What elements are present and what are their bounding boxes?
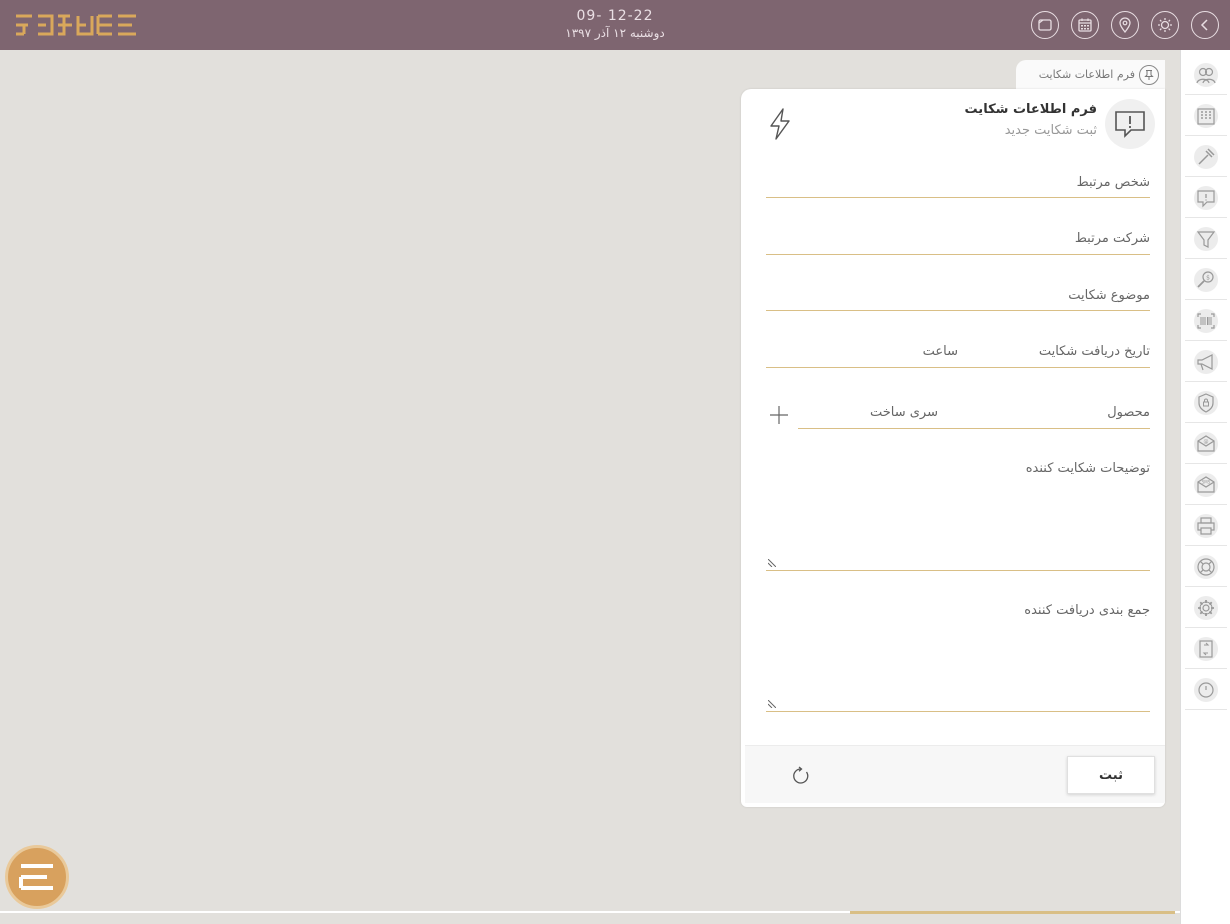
sidebar-item-settings[interactable]: [1185, 588, 1227, 628]
receiver-summary-label: جمع بندی دریافت کننده: [1024, 603, 1150, 618]
sidebar-item-email[interactable]: @: [1185, 424, 1227, 464]
users-icon: [1194, 62, 1218, 87]
message-alert-icon: [1115, 111, 1145, 138]
form-footer: ثبت: [745, 745, 1165, 803]
related-person-field[interactable]: شخص مرتبط: [766, 169, 1150, 198]
sidebar-item-financial[interactable]: $: [1185, 260, 1227, 300]
message-alert-icon: [1194, 185, 1218, 210]
complaint-subject-field[interactable]: موضوع شکایت: [766, 282, 1150, 311]
related-person-label: شخص مرتبط: [1076, 175, 1150, 190]
plus-icon[interactable]: [769, 405, 789, 425]
tab-label: فرم اطلاعات شکایت: [1038, 68, 1135, 81]
clock: 09- 12-22 دوشنبه ۱۲ آذر ۱۳۹۷: [515, 7, 715, 41]
sidebar-item-print[interactable]: [1185, 506, 1227, 546]
chevron-left-icon: [1200, 19, 1208, 31]
related-company-label: شرکت مرتبط: [1074, 231, 1150, 246]
lightning-icon[interactable]: [765, 107, 795, 141]
card-icon: [1038, 19, 1052, 31]
form-header-icon-wrap: [1105, 99, 1155, 149]
related-company-field[interactable]: شرکت مرتبط: [766, 225, 1150, 255]
svg-text:SMS: SMS: [1202, 479, 1211, 484]
product-label: محصول: [1107, 405, 1150, 420]
complaint-form-panel: فرم اطلاعات شکایت ثبت شکایت جدید شخص مرت…: [741, 89, 1165, 807]
app-logo: [16, 14, 136, 36]
receive-date-field[interactable]: تاریخ دریافت شکایت: [958, 338, 1150, 368]
product-field[interactable]: محصول: [938, 399, 1150, 429]
brightness-button[interactable]: [1151, 11, 1179, 39]
svg-text:@: @: [1204, 439, 1209, 445]
pin-icon: [1144, 70, 1154, 80]
refresh-icon[interactable]: [791, 766, 811, 786]
sidebar-item-contacts[interactable]: [1185, 55, 1227, 95]
serial-label: سری ساخت: [869, 405, 938, 420]
serial-field[interactable]: سری ساخت: [798, 399, 938, 429]
email-icon: @: [1194, 431, 1218, 456]
sidebar-item-services[interactable]: [1185, 137, 1227, 177]
receive-date-label: تاریخ دریافت شکایت: [1038, 344, 1150, 359]
submit-button[interactable]: ثبت: [1067, 756, 1155, 794]
sidebar-item-companies[interactable]: [1185, 96, 1227, 136]
sidebar-item-barcode[interactable]: [1185, 301, 1227, 341]
logo-mark-icon: [19, 864, 53, 890]
sidebar-item-security[interactable]: [1185, 383, 1227, 423]
complaint-subject-label: موضوع شکایت: [1068, 288, 1150, 303]
filter-icon: [1194, 226, 1218, 251]
location-icon: [1119, 17, 1131, 33]
sidebar: $ @ SMS: [1180, 50, 1230, 924]
calendar-button[interactable]: [1071, 11, 1099, 39]
pin-button[interactable]: [1139, 65, 1159, 85]
clock-date: دوشنبه ۱۲ آذر ۱۳۹۷: [565, 26, 665, 40]
time-field[interactable]: ساعت: [766, 338, 958, 368]
resize-handle-icon[interactable]: [768, 700, 776, 708]
building-icon: [1194, 103, 1218, 128]
power-icon: [1194, 677, 1218, 702]
hammer-icon: [1194, 144, 1218, 169]
location-button[interactable]: [1111, 11, 1139, 39]
sms-icon: SMS: [1194, 472, 1218, 497]
bottom-accent-line: [850, 911, 1175, 914]
barcode-icon: [1194, 308, 1218, 333]
receiver-summary-textarea[interactable]: جمع بندی دریافت کننده: [766, 599, 1150, 712]
printer-icon: [1194, 513, 1218, 538]
settings-icon: [1194, 595, 1218, 620]
megaphone-icon: [1194, 349, 1218, 374]
clock-time: 09- 12-22: [576, 8, 654, 24]
panel-tab[interactable]: فرم اطلاعات شکایت: [1016, 60, 1165, 90]
transfer-icon: [1194, 636, 1218, 661]
calendar-icon: [1078, 18, 1092, 32]
time-label: ساعت: [922, 344, 958, 359]
shield-lock-icon: [1194, 390, 1218, 415]
lifebuoy-icon: [1194, 554, 1218, 579]
top-bar: 09- 12-22 دوشنبه ۱۲ آذر ۱۳۹۷: [0, 0, 1230, 50]
sidebar-item-marketing[interactable]: [1185, 342, 1227, 382]
money-search-icon: $: [1194, 267, 1218, 292]
sidebar-item-sms[interactable]: SMS: [1185, 465, 1227, 505]
sidebar-item-filter[interactable]: [1185, 219, 1227, 259]
svg-text:$: $: [1206, 274, 1210, 281]
floating-menu-button[interactable]: [5, 845, 69, 909]
form-subtitle: ثبت شکایت جدید: [1004, 123, 1097, 138]
complainant-description-label: توضیحات شکایت کننده: [1025, 461, 1150, 476]
sidebar-item-support[interactable]: [1185, 547, 1227, 587]
sidebar-item-logout[interactable]: [1185, 670, 1227, 710]
back-button[interactable]: [1191, 11, 1219, 39]
card-button[interactable]: [1031, 11, 1059, 39]
brightness-icon: [1158, 18, 1172, 32]
resize-handle-icon[interactable]: [768, 559, 776, 567]
form-title: فرم اطلاعات شکایت: [964, 102, 1097, 117]
complainant-description-textarea[interactable]: توضیحات شکایت کننده: [766, 457, 1150, 571]
sidebar-item-complaints[interactable]: [1185, 178, 1227, 218]
sidebar-item-transfer[interactable]: [1185, 629, 1227, 669]
